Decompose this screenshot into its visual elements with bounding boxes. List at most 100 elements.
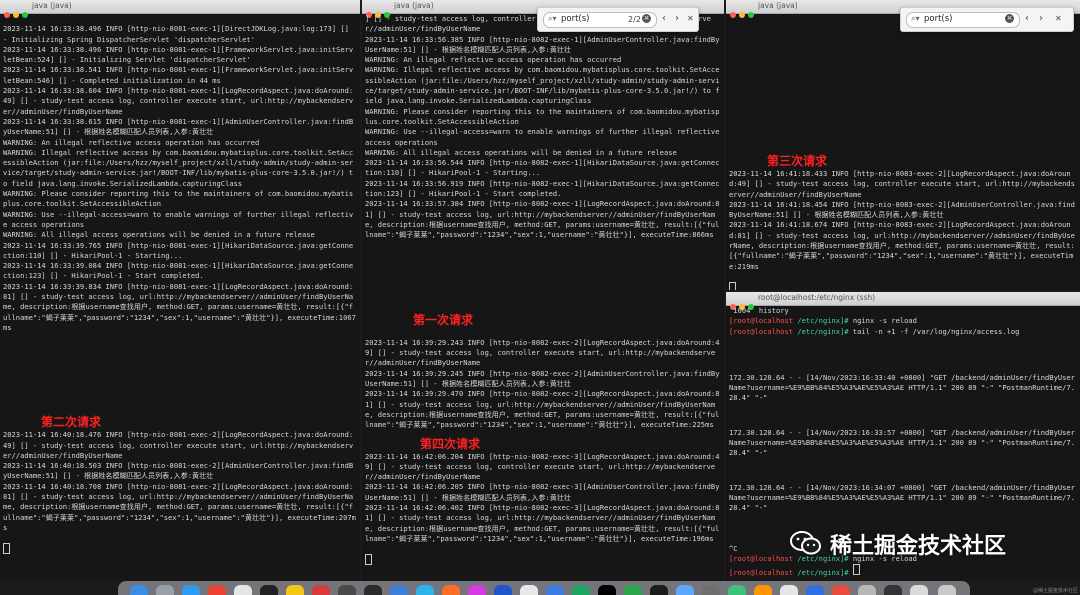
shell-prompt-line: [root@localhost /etc/nginx]# tail -n +1 …: [729, 326, 1020, 336]
app-icon[interactable]: [234, 585, 252, 595]
window-title: java (java): [758, 1, 798, 10]
app-icon[interactable]: [832, 585, 850, 595]
log-line: 2023-11-14 16:33:38.496 INFO [http-nio-8…: [3, 44, 354, 65]
trash-icon[interactable]: [938, 585, 956, 595]
terminal-cursor: [3, 543, 10, 555]
previous-match-icon[interactable]: ‹: [662, 13, 666, 25]
previous-match-icon[interactable]: ‹: [1025, 13, 1029, 25]
find-bar-right[interactable]: ⌕▾ × ‹ › ✕: [900, 7, 1074, 32]
annotation-second-request: 第二次请求: [41, 415, 102, 430]
emoji-app-icon[interactable]: [286, 585, 304, 595]
log-line: 2023-11-14 16:39:29.470 INFO [http-nio-8…: [365, 389, 720, 430]
window-title: java (java): [394, 1, 434, 10]
terminal-cursor: [852, 564, 860, 576]
log-line: 2023-11-14 16:42:06.204 INFO [http-nio-8…: [365, 451, 720, 482]
titlebar-left[interactable]: java (java): [0, 0, 360, 18]
terminal-output-left[interactable]: 2023-11-14 16:33:38.496 INFO [http-nio-8…: [3, 14, 357, 581]
app-icon[interactable]: [598, 585, 616, 595]
access-log-line: 172.30.128.64 - - [14/Nov/2023:16:33:57 …: [729, 427, 1075, 458]
find-input[interactable]: [924, 14, 982, 24]
log-line: 2023-11-14 16:39:29.243 INFO [http-nio-8…: [365, 337, 720, 368]
terminal-cursor: [729, 282, 736, 290]
terminal-output-right-top[interactable]: 第三次请求 2023-11-14 16:41:18.433 INFO [http…: [729, 14, 1077, 290]
window-title: root@localhost:/etc/nginx (ssh): [758, 293, 876, 302]
finder-icon[interactable]: [130, 585, 148, 595]
log-line: 2023-11-14 16:33:38.496 INFO [http-nio-8…: [3, 24, 354, 44]
log-line: 2023-11-14 16:33:56.385 INFO [http-nio-8…: [365, 34, 720, 54]
close-find-icon[interactable]: ✕: [687, 13, 694, 25]
app-icon[interactable]: [364, 585, 382, 595]
log-line: 2023-11-14 16:33:57.384 INFO [http-nio-8…: [365, 199, 720, 240]
app-icon[interactable]: [494, 585, 512, 595]
log-line: 2023-11-14 16:33:38.541 INFO [http-nio-8…: [3, 65, 354, 85]
app-icon[interactable]: [520, 585, 538, 595]
search-icon[interactable]: ⌕▾: [911, 14, 920, 24]
log-line: 2023-11-14 16:41:18.433 INFO [http-nio-8…: [729, 169, 1075, 199]
wechat-logo-icon: [790, 531, 821, 555]
terminal-pane-middle[interactable]: java (java) ] [] - study-test access log…: [362, 0, 724, 581]
match-count: 2/2: [628, 14, 641, 24]
search-icon[interactable]: ⌕▾: [548, 14, 557, 24]
find-field[interactable]: ⌕▾ 2/2: [543, 12, 657, 28]
log-line: WARNING: Illegal reflective access by co…: [3, 147, 354, 188]
terminal-pane-right-top[interactable]: java (java) 第三次请求 2023-11-14 16:41:18.43…: [726, 0, 1080, 290]
app-icon[interactable]: [780, 585, 798, 595]
app-icon[interactable]: [572, 585, 590, 595]
shell-prompt-line: [root@localhost /etc/nginx]# nginx -s re…: [729, 316, 917, 326]
log-line: 2023-11-14 16:33:38.615 INFO [http-nio-8…: [3, 116, 354, 137]
next-match-icon[interactable]: ›: [675, 13, 679, 25]
log-line: WARNING: All illegal access operations w…: [365, 147, 677, 157]
app-icon[interactable]: [884, 585, 902, 595]
app-icon[interactable]: [702, 585, 720, 595]
find-field[interactable]: ⌕▾: [906, 12, 1020, 28]
log-line: WARNING: An illegal reflective access op…: [3, 137, 260, 147]
qq-icon[interactable]: [260, 585, 278, 595]
clear-search-icon[interactable]: ×: [642, 14, 651, 23]
terminal-output-middle[interactable]: ] [] - study-test access log, controller…: [365, 14, 721, 581]
annotation-first-request: 第一次请求: [413, 312, 474, 327]
annotation-fourth-request: 第四次请求: [420, 436, 481, 451]
terminal-pane-left[interactable]: java (java) 2023-11-14 16:33:38.496 INFO…: [0, 0, 360, 581]
macos-dock[interactable]: [118, 581, 970, 595]
log-line: 2023-11-14 16:41:18.454 INFO [http-nio-8…: [729, 199, 1075, 220]
app-icon[interactable]: [338, 585, 356, 595]
app-icon[interactable]: [442, 585, 460, 595]
app-icon[interactable]: [728, 585, 746, 595]
window-title: java (java): [32, 1, 72, 10]
access-log-line: 172.30.128.64 - - [14/Nov/2023:16:34:07 …: [729, 482, 1075, 513]
app-icon[interactable]: [390, 585, 408, 595]
titlebar-right-bottom[interactable]: root@localhost:/etc/nginx (ssh): [726, 292, 1080, 310]
log-line: WARNING: Illegal reflective access by co…: [365, 65, 720, 106]
chrome-icon[interactable]: [208, 585, 226, 595]
app-icon[interactable]: [546, 585, 564, 595]
clear-search-icon[interactable]: ×: [1005, 14, 1014, 23]
log-line: WARNING: Please consider reporting this …: [365, 106, 720, 126]
log-line: 2023-11-14 16:33:38.604 INFO [http-nio-8…: [3, 86, 354, 116]
log-line: 2023-11-14 16:41:18.674 INFO [http-nio-8…: [729, 220, 1075, 271]
app-icon[interactable]: [416, 585, 434, 595]
app-icon[interactable]: [676, 585, 694, 595]
app-icon[interactable]: [858, 585, 876, 595]
safari-icon[interactable]: [182, 585, 200, 595]
next-match-icon[interactable]: ›: [1039, 13, 1043, 25]
annotation-third-request: 第三次请求: [767, 154, 828, 168]
app-icon[interactable]: [754, 585, 772, 595]
app-icon[interactable]: [650, 585, 668, 595]
log-line: WARNING: An illegal reflective access op…: [365, 55, 622, 65]
close-find-icon[interactable]: ✕: [1055, 13, 1062, 25]
watermark-text: 稀土掘金技术社区: [830, 534, 1007, 559]
log-line: 2023-11-14 16:42:06.402 INFO [http-nio-8…: [365, 502, 720, 543]
find-input[interactable]: [561, 14, 619, 24]
app-icon[interactable]: [468, 585, 486, 595]
corner-watermark: @稀土掘金技术社区: [1032, 588, 1078, 594]
launchpad-icon[interactable]: [156, 585, 174, 595]
app-icon[interactable]: [624, 585, 642, 595]
app-icon[interactable]: [910, 585, 928, 595]
find-bar-middle[interactable]: ⌕▾ 2/2 × ‹ › ✕: [537, 7, 699, 32]
log-line: 2023-11-14 16:33:39.834 INFO [http-nio-8…: [3, 281, 356, 332]
history-line: 1004 history: [729, 306, 789, 315]
log-line: WARNING: Use --illegal-access=warn to en…: [3, 209, 354, 229]
app-icon[interactable]: [312, 585, 330, 595]
app-icon[interactable]: [806, 585, 824, 595]
